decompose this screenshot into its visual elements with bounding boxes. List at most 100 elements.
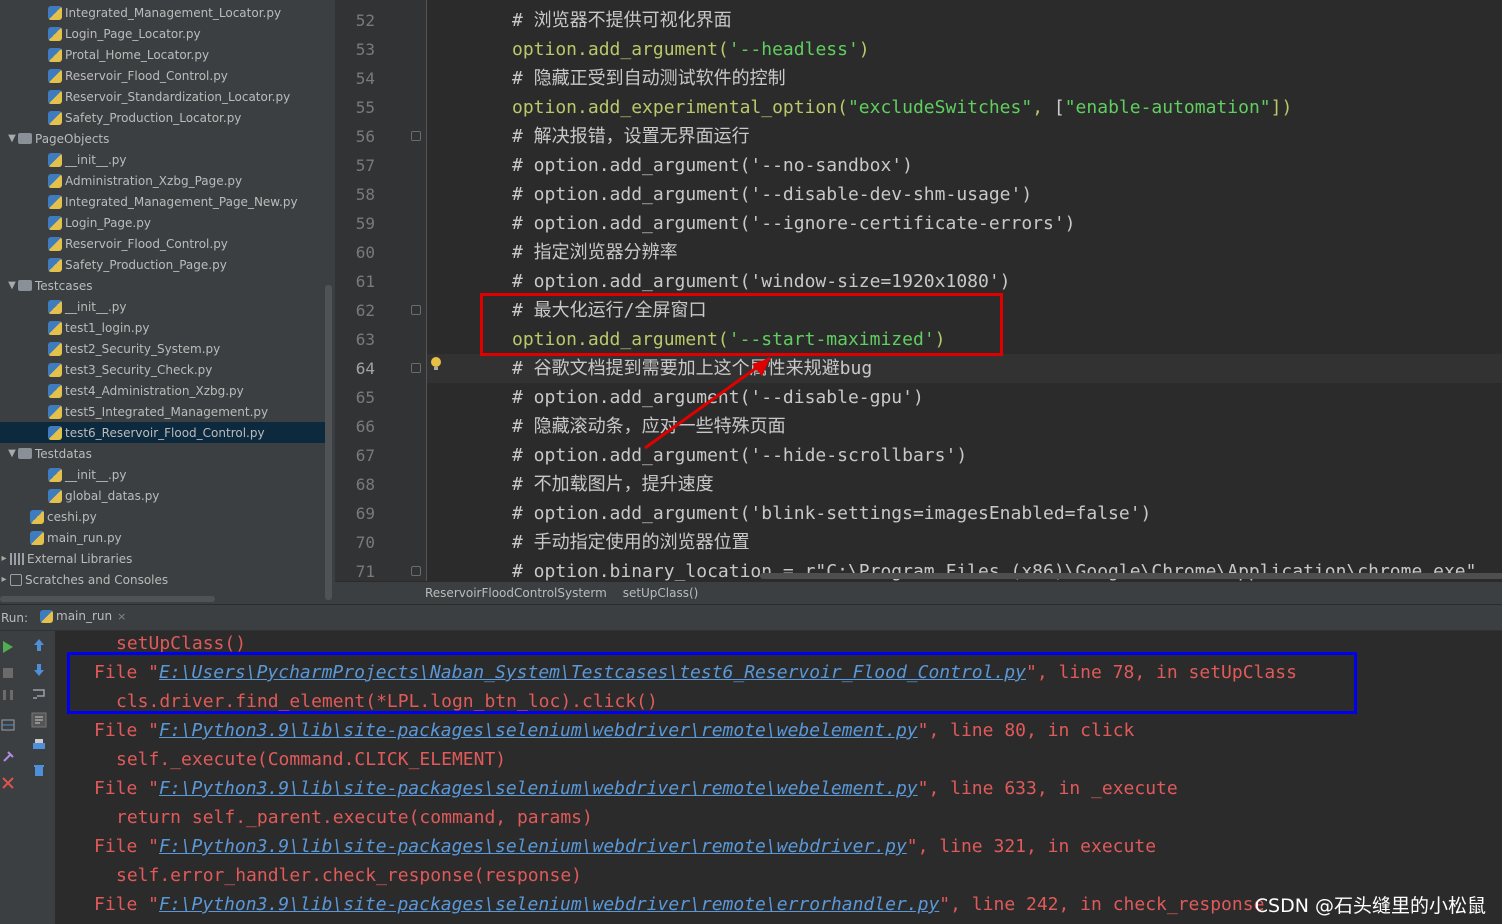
project-tree: Integrated_Management_Locator.py Login_Pa… xyxy=(0,0,335,604)
tree-item[interactable]: Login_Page_Locator.py xyxy=(0,23,325,44)
line-number: 63 xyxy=(355,330,375,349)
python-file-icon xyxy=(30,509,44,524)
tree-item[interactable]: Integrated_Management_Page_New.py xyxy=(0,191,325,212)
fold-marker-icon[interactable] xyxy=(411,363,421,373)
tree-item-label: Protal_Home_Locator.py xyxy=(65,47,210,62)
tree-item[interactable]: Protal_Home_Locator.py xyxy=(0,44,325,65)
code-line[interactable]: option.add_argument('--headless') xyxy=(512,35,870,64)
pin-icon[interactable] xyxy=(0,749,16,765)
code-line[interactable]: option.add_experimental_option("excludeS… xyxy=(512,93,1292,122)
pause-icon[interactable] xyxy=(0,687,16,703)
tree-item[interactable]: __init__.py xyxy=(0,464,325,485)
tree-item[interactable]: test3_Security_Check.py xyxy=(0,359,325,380)
stop-icon[interactable] xyxy=(0,665,16,681)
arrow-down-icon[interactable] xyxy=(31,662,47,678)
code-line[interactable]: # option.add_argument('--disable-dev-shm… xyxy=(512,180,1032,209)
code-token: option.add_experimental_option( xyxy=(512,97,848,118)
code-line[interactable]: # option.add_argument('--no-sandbox') xyxy=(512,151,913,180)
console-file-link[interactable]: F:\Python3.9\lib\site-packages\selenium\… xyxy=(159,720,918,741)
code-line[interactable]: # option.add_argument('--ignore-certific… xyxy=(512,209,1076,238)
expand-arrow-icon[interactable]: ▼ xyxy=(6,133,18,144)
console-line: self.error_handler.check_response(respon… xyxy=(116,865,582,886)
tree-item[interactable]: test5_Integrated_Management.py xyxy=(0,401,325,422)
code-line[interactable]: # 隐藏正受到自动测试软件的控制 xyxy=(512,64,786,93)
tree-item-label: test2_Security_System.py xyxy=(65,341,221,356)
tree-item[interactable]: Reservoir_Standardization_Locator.py xyxy=(0,86,325,107)
expand-arrow-icon[interactable]: ▼ xyxy=(6,280,18,291)
run-icon[interactable] xyxy=(0,639,16,655)
tree-item[interactable]: ▼ Testdatas xyxy=(0,443,325,464)
tree-item[interactable]: global_datas.py xyxy=(0,485,325,506)
line-number: 67 xyxy=(355,446,375,465)
tree-item[interactable]: Safety_Production_Page.py xyxy=(0,254,325,275)
code-line[interactable]: # 不加载图片，提升速度 xyxy=(512,470,714,499)
code-line[interactable]: # option.add_argument('--hide-scrollbars… xyxy=(512,441,967,470)
editor-hscrollbar[interactable] xyxy=(760,573,1502,579)
python-file-icon xyxy=(48,341,62,356)
tree-item[interactable]: test1_login.py xyxy=(0,317,325,338)
code-line[interactable]: # option.add_argument('window-size=1920x… xyxy=(512,267,1011,296)
tree-item[interactable]: Administration_Xzbg_Page.py xyxy=(0,170,325,191)
python-file-icon xyxy=(48,89,62,104)
code-line[interactable]: # option.add_argument('--disable-gpu') xyxy=(512,383,924,412)
code-line[interactable]: # 指定浏览器分辨率 xyxy=(512,238,678,267)
tree-item[interactable]: ▼ PageObjects xyxy=(0,128,325,149)
python-file-icon xyxy=(48,110,62,125)
tree-item[interactable]: main_run.py xyxy=(0,527,325,548)
folder-icon xyxy=(18,448,32,459)
lightbulb-icon[interactable] xyxy=(431,357,441,371)
code-line[interactable]: # 手动指定使用的浏览器位置 xyxy=(512,528,750,557)
breadcrumb-method[interactable]: setUpClass() xyxy=(623,586,699,600)
code-token: # 隐藏滚动条，应对一些特殊页面 xyxy=(512,416,786,437)
fold-marker-icon[interactable] xyxy=(411,566,421,576)
code-line[interactable]: # 隐藏滚动条，应对一些特殊页面 xyxy=(512,412,786,441)
project-tree-vscrollbar[interactable] xyxy=(325,285,332,600)
tree-item[interactable]: ▸ Scratches and Consoles xyxy=(0,569,325,590)
trash-icon[interactable] xyxy=(31,762,47,778)
tree-item[interactable]: ▸ External Libraries xyxy=(0,548,325,569)
tree-item[interactable]: Reservoir_Flood_Control.py xyxy=(0,65,325,86)
console-line: File "F:\Python3.9\lib\site-packages\sel… xyxy=(94,832,1156,861)
console-file-prefix: File " xyxy=(94,720,160,741)
code-line[interactable]: # 浏览器不提供可视化界面 xyxy=(512,6,732,35)
code-line[interactable]: # 解决报错，设置无界面运行 xyxy=(512,122,750,151)
tree-item[interactable]: ceshi.py xyxy=(0,506,325,527)
scroll-to-end-icon[interactable] xyxy=(31,712,47,728)
code-token: # option.add_argument('--no-sandbox') xyxy=(512,155,913,176)
tree-indent: ▸ xyxy=(1,553,7,564)
tree-item[interactable]: __init__.py xyxy=(0,296,325,317)
run-tab-main-run[interactable]: main_run × xyxy=(40,609,126,623)
python-file-icon xyxy=(48,194,62,209)
console-file-suffix: ", line 80, in click xyxy=(917,720,1135,741)
tree-item[interactable]: Reservoir_Flood_Control.py xyxy=(0,233,325,254)
tree-item[interactable]: Safety_Production_Locator.py xyxy=(0,107,325,128)
arrow-up-icon[interactable] xyxy=(31,637,47,653)
tree-item[interactable]: test6_Reservoir_Flood_Control.py xyxy=(0,422,325,443)
tree-item[interactable]: __init__.py xyxy=(0,149,325,170)
layout-icon[interactable] xyxy=(0,717,16,733)
tree-item[interactable]: test2_Security_System.py xyxy=(0,338,325,359)
tree-item[interactable]: test4_Administration_Xzbg.py xyxy=(0,380,325,401)
tree-item[interactable]: Login_Page.py xyxy=(0,212,325,233)
fold-marker-icon[interactable] xyxy=(411,131,421,141)
console-file-link[interactable]: F:\Python3.9\lib\site-packages\selenium\… xyxy=(159,836,907,857)
console-file-link[interactable]: F:\Python3.9\lib\site-packages\selenium\… xyxy=(159,778,918,799)
code-token: # option.add_argument('--hide-scrollbars… xyxy=(512,445,968,466)
expand-arrow-icon[interactable]: ▼ xyxy=(6,448,18,459)
project-tree-hscrollbar[interactable] xyxy=(0,596,215,602)
fold-marker-icon[interactable] xyxy=(411,305,421,315)
soft-wrap-icon[interactable] xyxy=(31,686,47,702)
code-editor[interactable]: 52 53 54 55 56 57 58 59 60 61 62 63 64 65 66 67 68 69 70 71… xyxy=(335,0,1502,581)
tree-item[interactable]: ▼ Testcases xyxy=(0,275,325,296)
code-line[interactable]: # 谷歌文档提到需要加上这个属性来规避bug xyxy=(512,354,872,383)
code-token: # option.add_argument('window-size=1920x… xyxy=(512,271,1011,292)
print-icon[interactable] xyxy=(31,737,47,753)
close-tab-icon[interactable]: × xyxy=(117,610,126,623)
console-file-link[interactable]: F:\Python3.9\lib\site-packages\selenium\… xyxy=(159,894,939,915)
console-line: File "F:\Python3.9\lib\site-packages\sel… xyxy=(94,716,1134,745)
code-line[interactable]: # option.add_argument('blink-settings=im… xyxy=(512,499,1151,528)
line-number: 62 xyxy=(355,301,375,320)
breadcrumb-class[interactable]: ReservoirFloodControlSysterm xyxy=(425,586,607,600)
tree-item[interactable]: Integrated_Management_Locator.py xyxy=(0,2,325,23)
close-icon[interactable] xyxy=(0,775,16,791)
